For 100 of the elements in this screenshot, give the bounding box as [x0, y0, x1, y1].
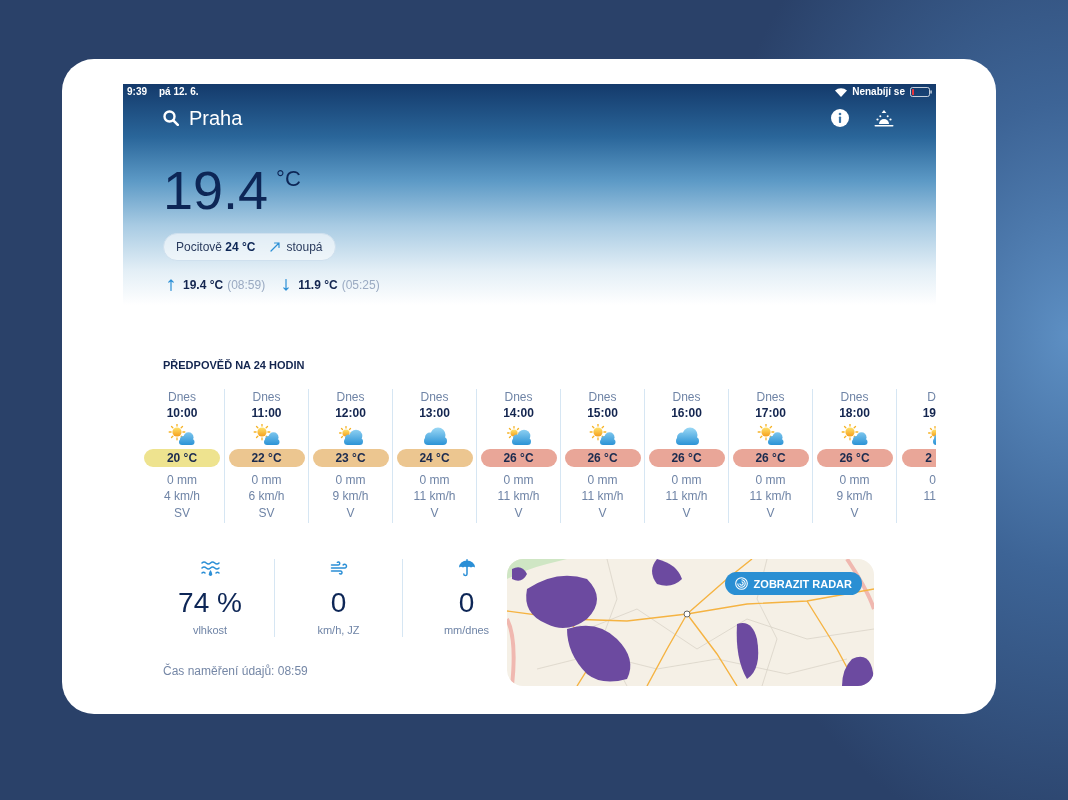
forecast-day: Dnes [252, 389, 281, 405]
wind-icon [329, 559, 348, 577]
forecast-wind-speed: 11 km/h [749, 488, 792, 504]
temperature-badge: 26 °C [480, 449, 557, 467]
forecast-time: 11:00 [251, 405, 282, 421]
temperature-badge: 22 °C [228, 449, 305, 467]
feels-like-text: Pocitově 24 °C [176, 240, 256, 254]
forecast-day: Dnes [672, 389, 701, 405]
status-time: 9:39 [127, 86, 147, 98]
temperature-badge: 20 °C [144, 449, 220, 467]
forecast-wind-direction: V [598, 505, 607, 521]
forecast-wind-speed: 11 km/h [665, 488, 708, 504]
forecast-day: Dnes [840, 389, 869, 405]
forecast-wind-speed: 6 km/h [248, 488, 285, 504]
battery-icon [910, 87, 932, 97]
trend-arrow-icon [269, 242, 280, 252]
forecast-day: Dnes [504, 389, 533, 405]
forecast-precipitation: 0 mm [755, 472, 786, 488]
temperature-badge: 24 °C [396, 449, 473, 467]
current-temperature: 19.4 [163, 163, 269, 217]
sun-and-cloud-icon [756, 424, 785, 446]
temperature-badge: 26 °C [648, 449, 725, 467]
forecast-wind-speed: 11 km/h [413, 488, 456, 504]
stat-label: vlhkost [192, 623, 228, 637]
forecast-wind-speed: 9 km/h [836, 488, 873, 504]
stat-value: 0 [458, 587, 475, 619]
radar-icon [734, 577, 748, 590]
cloud-with-sun-icon [336, 424, 365, 446]
cloud-with-sun-icon [504, 424, 533, 446]
temperature-badge: 26 °C [816, 449, 893, 467]
forecast-time: 12:00 [335, 405, 366, 421]
forecast-precipitation: 0 [929, 472, 936, 488]
max-temperature-time: (08:59) [227, 277, 266, 293]
forecast-day: Dnes [336, 389, 365, 405]
temperature-unit: °C [276, 167, 301, 191]
sunrise-icon[interactable] [874, 109, 894, 127]
info-icon[interactable] [831, 109, 849, 127]
forecast-wind-speed: 11 km/h [581, 488, 624, 504]
forecast-precipitation: 0 mm [587, 472, 618, 488]
forecast-time: 18:00 [839, 405, 870, 421]
forecast-wind-direction: V [514, 505, 523, 521]
forecast-precipitation: 0 mm [839, 472, 870, 488]
show-radar-button[interactable]: ZOBRAZIT RADAR [724, 572, 862, 595]
forecast-day: Dnes [168, 389, 196, 405]
forecast-wind-direction: V [850, 505, 859, 521]
forecast-precipitation: 0 mm [335, 472, 366, 488]
umbrella-icon [457, 559, 476, 577]
forecast-wind-speed: 11 km/h [497, 488, 540, 504]
forecast-time: 19 [922, 405, 936, 421]
forecast-precipitation: 0 mm [167, 472, 197, 488]
temperature-badge: 26 °C [564, 449, 641, 467]
sun-and-cloud-icon [840, 424, 869, 446]
status-date: pá 12. 6. [159, 86, 199, 98]
wifi-icon [835, 87, 848, 97]
location-search-button[interactable]: Praha [163, 106, 243, 130]
forecast-time: 13:00 [419, 405, 450, 421]
forecast-day: Dnes [756, 389, 785, 405]
forecast-day: Dnes [588, 389, 617, 405]
forecast-precipitation: 0 mm [503, 472, 534, 488]
stat-label: km/h, JZ [317, 623, 360, 637]
forecast-time: 10:00 [166, 405, 198, 421]
search-icon [163, 110, 179, 126]
forecast-wind-direction: V [766, 505, 775, 521]
up-arrow-icon [168, 279, 174, 291]
forecast-precipitation: 0 mm [671, 472, 702, 488]
down-arrow-icon [283, 279, 290, 291]
min-temperature: 11.9 °C [298, 277, 338, 293]
sun-and-cloud-icon [252, 424, 281, 446]
water-waves-icon [200, 559, 220, 577]
forecast-day: Dnes [420, 389, 449, 405]
temperature-badge: 23 °C [312, 449, 389, 467]
forecast-time: 15:00 [587, 405, 618, 421]
stat-value: 74 % [178, 587, 242, 619]
charging-status: Nenabíjí se [852, 86, 905, 98]
forecast-wind-direction: V [682, 505, 691, 521]
cloud-with-sun-icon [926, 424, 936, 446]
forecast-wind-direction: SV [174, 505, 190, 521]
forecast-time: 14:00 [503, 405, 534, 421]
forecast-precipitation: 0 mm [251, 472, 282, 488]
sun-and-cloud-icon [168, 424, 196, 446]
forecast-time: 17:00 [755, 405, 786, 421]
sun-and-cloud-icon [588, 424, 617, 446]
max-temperature: 19.4 °C [183, 277, 224, 293]
forecast-wind-direction: V [346, 505, 355, 521]
min-temperature-time: (05:25) [341, 277, 380, 293]
forecast-time: 16:00 [671, 405, 702, 421]
section-heading: PŘEDPOVĚĎ NA 24 HODIN [163, 359, 305, 371]
forecast-wind-speed: 11 [923, 488, 936, 504]
forecast-wind-direction: V [430, 505, 439, 521]
forecast-wind-direction: SV [258, 505, 275, 521]
forecast-wind-speed: 9 km/h [332, 488, 369, 504]
measurement-time: Čas naměření údajů: 08:59 [163, 664, 308, 678]
stat-value: 0 [330, 587, 347, 619]
forecast-precipitation: 0 mm [419, 472, 450, 488]
temperature-badge: 26 °C [732, 449, 809, 467]
stat-label: mm/dnes [443, 623, 490, 637]
temperature-badge: 2 [902, 449, 936, 467]
forecast-wind-speed: 4 km/h [164, 488, 200, 504]
forecast-day: D [927, 389, 936, 405]
trend-text: stoupá [286, 240, 323, 254]
